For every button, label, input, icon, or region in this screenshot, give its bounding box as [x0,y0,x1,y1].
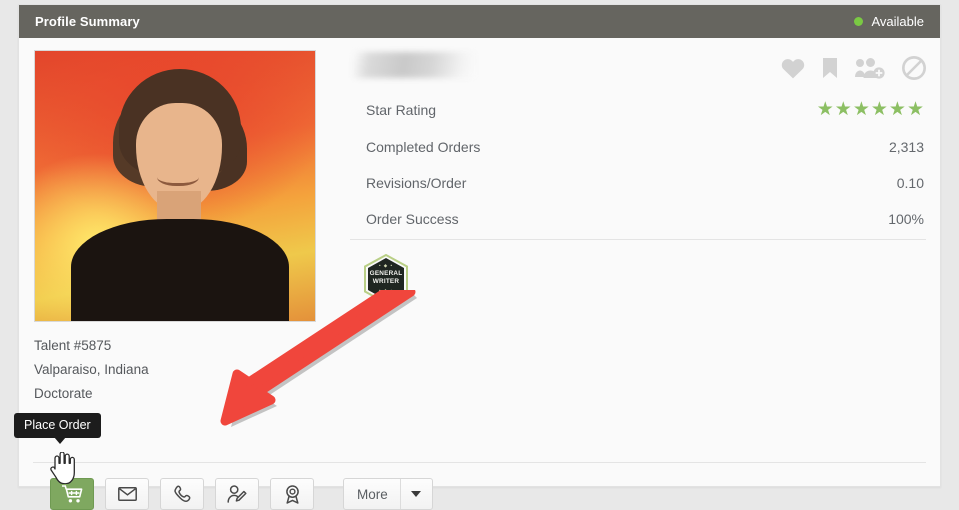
toolbar-divider [33,462,926,463]
badge-label-line1: GENERAL [369,270,403,277]
more-label: More [357,486,388,502]
stat-label: Revisions/Order [366,175,467,191]
status-label: Available [871,14,924,29]
award-button[interactable] [270,478,314,510]
chevron-down-icon [411,491,422,497]
page-title: Profile Summary [35,14,140,29]
stat-value: 2,313 [888,139,924,155]
status-badge: Available [854,14,924,29]
credential-badges: • ◆ • GENERAL WRITER • ◆ • [350,254,926,304]
profile-action-toolbar: More [50,478,433,510]
badge-dots-bottom: • ◆ • [378,288,394,293]
badge-label: GENERAL WRITER [363,270,409,286]
profile-stats-table: Star Rating ★ ★ ★ ★ ★ ★ Completed Orders… [350,90,926,240]
star-icon: ★ [906,99,924,120]
badge-dots-top: • ◆ • [378,263,394,268]
general-writer-badge: • ◆ • GENERAL WRITER • ◆ • [363,254,409,304]
talent-location: Valparaiso, Indiana [34,362,149,377]
badge-label-line2: WRITER [372,278,400,285]
star-icon: ★ [852,99,870,120]
shopping-cart-icon [61,484,82,502]
award-icon [285,484,299,504]
more-dropdown[interactable]: More [343,478,433,510]
call-button[interactable] [160,478,204,510]
table-row: Star Rating ★ ★ ★ ★ ★ ★ [350,90,926,129]
block-icon[interactable] [902,56,926,80]
stat-label: Star Rating [366,101,437,118]
stat-value: 0.10 [896,175,924,191]
bookmark-icon[interactable] [822,57,838,79]
stat-value: 100% [643,201,926,240]
portrait-smile [157,167,199,186]
profile-action-icons [781,56,926,80]
table-row: Revisions/Order 0.10 [350,165,926,201]
star-icon: ★ [888,99,906,120]
portrait-body [71,219,289,321]
talent-name-redacted [353,52,475,78]
table-row: Completed Orders 2,313 [350,129,926,165]
profile-left-column: Talent #5875 Valparaiso, Indiana Doctora… [34,50,324,406]
user-edit-icon [226,485,247,503]
profile-summary-card: Profile Summary Available Talent #5875 V… [18,4,941,510]
talent-education: Doctorate [34,386,93,401]
card-header: Profile Summary Available [19,5,940,38]
more-caret-button[interactable] [399,479,432,509]
star-icon: ★ [870,99,888,120]
stat-label: Completed Orders [366,139,481,155]
talent-id: Talent #5875 [34,338,112,353]
profile-right-column: Star Rating ★ ★ ★ ★ ★ ★ Completed Orders… [350,50,926,304]
stat-value: ★ ★ ★ ★ ★ ★ [644,90,926,129]
star-icon: ★ [834,99,852,120]
message-button[interactable] [105,478,149,510]
add-to-team-icon[interactable] [855,57,885,79]
avatar [34,50,316,322]
star-rating: ★ ★ ★ ★ ★ ★ [817,100,924,119]
screen-root: Profile Summary Available Talent #5875 V… [0,0,959,510]
table-row: Order Success 100% [350,201,926,240]
star-icon: ★ [816,99,834,120]
talent-meta: Talent #5875 Valparaiso, Indiana Doctora… [34,334,324,406]
status-dot-icon [854,17,864,26]
card-body: Talent #5875 Valparaiso, Indiana Doctora… [19,38,940,510]
envelope-icon [117,487,137,501]
stat-label: Order Success [350,201,644,240]
favorite-icon[interactable] [781,58,805,79]
place-order-tooltip: Place Order [14,413,101,444]
edit-talent-button[interactable] [215,478,259,510]
phone-icon [173,485,190,502]
place-order-button[interactable] [50,478,94,510]
